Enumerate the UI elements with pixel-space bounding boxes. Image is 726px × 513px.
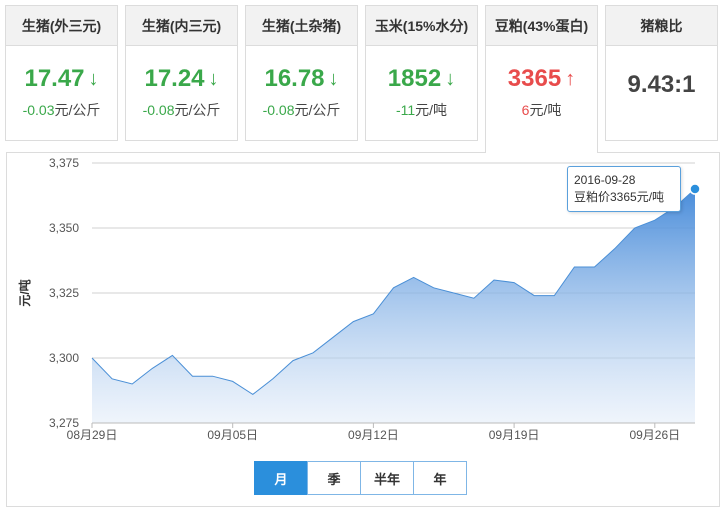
arrow-down-icon: ↓ bbox=[208, 68, 219, 90]
tab-change: -0.08元/公斤 bbox=[246, 100, 357, 120]
tab-change: -0.03元/公斤 bbox=[6, 100, 117, 120]
tab-title: 玉米(15%水分) bbox=[366, 6, 477, 46]
area-fill bbox=[92, 189, 695, 423]
tab-title: 生猪(外三元) bbox=[6, 6, 117, 46]
arrow-down-icon: ↓ bbox=[328, 68, 339, 90]
tab-price: 17.47 ↓ bbox=[6, 64, 117, 94]
tab-price: 3365 ↑ bbox=[486, 64, 597, 94]
range-button-0[interactable]: 月 bbox=[254, 461, 308, 495]
tab-title: 生猪(土杂猪) bbox=[246, 6, 357, 46]
range-button-1[interactable]: 季 bbox=[307, 461, 361, 495]
tab-price-value: 17.24 bbox=[144, 65, 205, 92]
range-button-2[interactable]: 半年 bbox=[360, 461, 414, 495]
range-button-3[interactable]: 年 bbox=[413, 461, 467, 495]
highlight-point bbox=[689, 183, 701, 195]
tab-commodity-3[interactable]: 玉米(15%水分) 1852 ↓ -11元/吨 bbox=[365, 5, 478, 141]
arrow-up-icon: ↑ bbox=[565, 68, 576, 90]
tab-price: 16.78 ↓ bbox=[246, 64, 357, 94]
tab-title: 生猪(内三元) bbox=[126, 6, 237, 46]
x-tick-label: 09月26日 bbox=[629, 428, 680, 442]
x-tick-label: 08月29日 bbox=[67, 428, 118, 442]
tab-commodity-2[interactable]: 生猪(土杂猪) 16.78 ↓ -0.08元/公斤 bbox=[245, 5, 358, 141]
y-tick-label: 3,300 bbox=[49, 351, 79, 365]
y-tick-label: 3,350 bbox=[49, 221, 79, 235]
x-tick-label: 09月05日 bbox=[207, 428, 258, 442]
tab-commodity-1[interactable]: 生猪(内三元) 17.24 ↓ -0.08元/公斤 bbox=[125, 5, 238, 141]
tab-change-text: 6元/吨 bbox=[521, 102, 562, 118]
arrow-down-icon: ↓ bbox=[88, 68, 99, 90]
tab-price: 1852 ↓ bbox=[366, 64, 477, 94]
tab-change-text: -0.03元/公斤 bbox=[22, 102, 101, 118]
tab-change: 6元/吨 bbox=[486, 100, 597, 120]
commodity-tabs: 生猪(外三元) 17.47 ↓ -0.03元/公斤 生猪(内三元) 17.24 ↓ -0.08… bbox=[0, 0, 726, 153]
x-tick-label: 09月19日 bbox=[489, 428, 540, 442]
tab-title: 猪粮比 bbox=[606, 6, 717, 46]
tab-price-value: 9.43:1 bbox=[627, 71, 696, 98]
tab-change-text: -0.08元/公斤 bbox=[142, 102, 221, 118]
tab-commodity-0[interactable]: 生猪(外三元) 17.47 ↓ -0.03元/公斤 bbox=[5, 5, 118, 141]
tab-change: -0.08元/公斤 bbox=[126, 100, 237, 120]
tab-price-value: 17.47 bbox=[24, 65, 85, 92]
chart-tooltip: 2016-09-28 豆粕价3365元/吨 bbox=[567, 166, 681, 212]
tab-change: -11元/吨 bbox=[366, 100, 477, 120]
tab-price: 17.24 ↓ bbox=[126, 64, 237, 94]
tab-price-value: 1852 bbox=[387, 65, 442, 92]
tab-price: 9.43:1 bbox=[606, 70, 717, 100]
tab-title: 豆粕(43%蛋白) bbox=[486, 6, 597, 46]
tooltip-value: 豆粕价3365元/吨 bbox=[574, 190, 665, 204]
y-tick-label: 3,325 bbox=[49, 286, 79, 300]
x-tick-label: 09月12日 bbox=[348, 428, 399, 442]
tab-change-text: -11元/吨 bbox=[395, 102, 448, 118]
range-selector: 月季半年年 bbox=[254, 461, 467, 495]
tab-price-value: 16.78 bbox=[264, 65, 325, 92]
y-axis-title: 元/吨 bbox=[17, 279, 32, 306]
tooltip-date: 2016-09-28 bbox=[574, 173, 636, 187]
tab-change-text: -0.08元/公斤 bbox=[262, 102, 341, 118]
tab-price-value: 3365 bbox=[507, 65, 562, 92]
arrow-down-icon: ↓ bbox=[445, 68, 456, 90]
y-tick-label: 3,375 bbox=[49, 156, 79, 170]
tab-commodity-5[interactable]: 猪粮比 9.43:1 bbox=[605, 5, 718, 141]
tab-commodity-4[interactable]: 豆粕(43%蛋白) 3365 ↑ 6元/吨 bbox=[485, 5, 598, 153]
